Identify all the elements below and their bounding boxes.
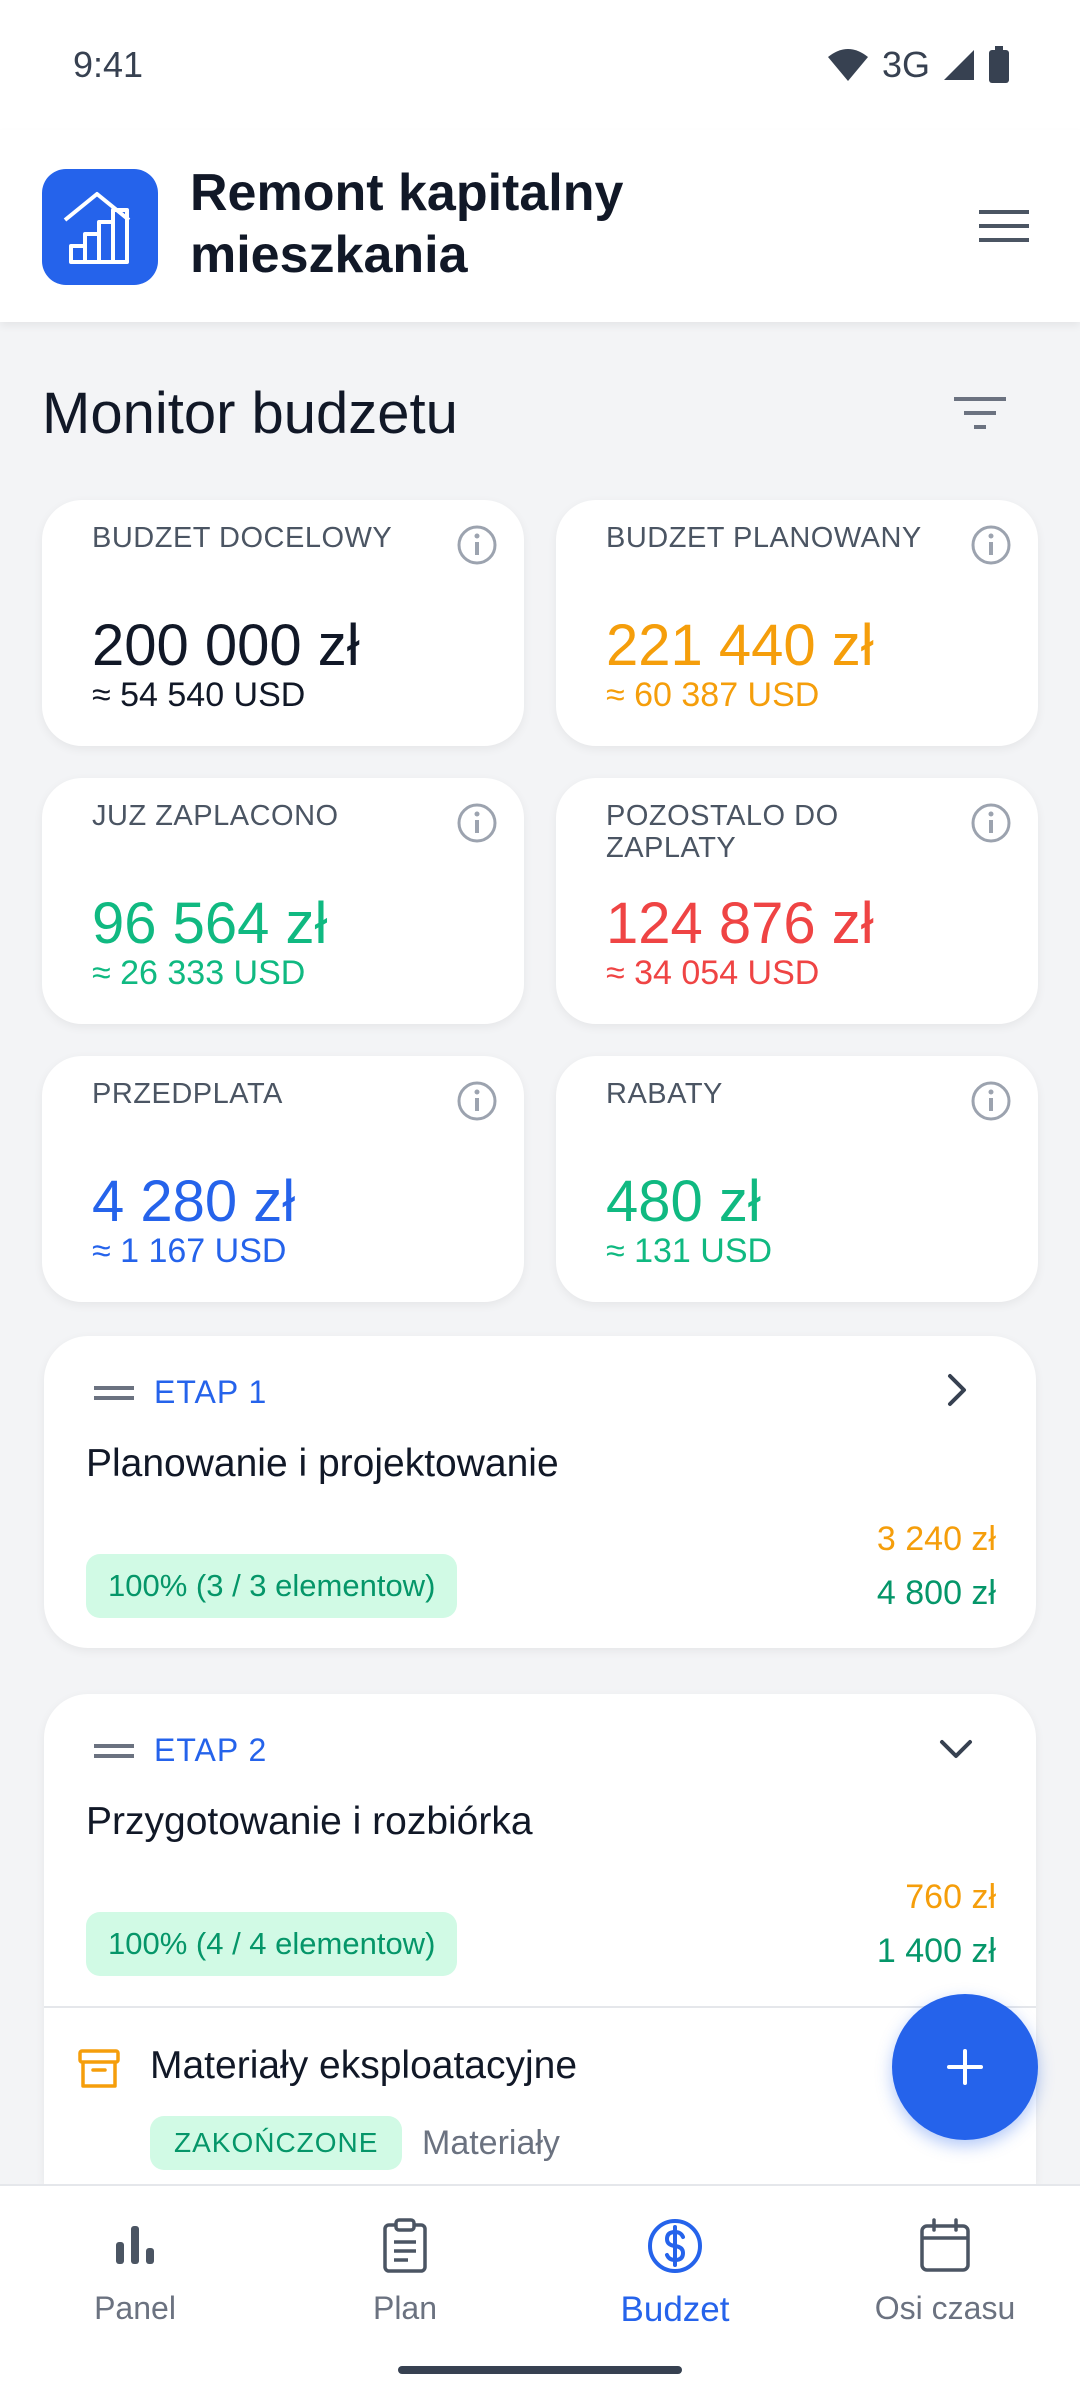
nav-label: Panel [94,2290,176,2326]
card-label: BUDZET DOCELOWY [92,522,393,554]
stage-name: Przygotowanie i rozbiórka [86,1800,533,1843]
status-time: 9:41 [73,44,144,85]
plus-icon [947,2049,983,2085]
stage-amount-planned: 760 zł [905,1878,996,1916]
stage-card-2[interactable]: ETAP 2 Przygotowanie i rozbiórka 100% (4… [44,1694,1036,2184]
card-value: 96 564 zł [92,891,328,956]
drag-handle-icon[interactable] [94,1741,134,1761]
card-usd: ≈ 54 540 USD [92,676,306,714]
card-label: JUZ ZAPLACONO [92,800,339,832]
info-icon[interactable] [970,1080,1012,1122]
card-label: RABATY [606,1078,723,1110]
chevron-down-icon[interactable] [936,1728,976,1768]
card-discounts[interactable]: RABATY 480 zł ≈ 131 USD [556,1056,1038,1302]
nav-label: Budzet [620,2290,730,2329]
card-usd: ≈ 34 054 USD [606,954,820,992]
card-label: POZOSTALO DO ZAPLATY [606,800,839,864]
info-icon[interactable] [970,524,1012,566]
info-icon[interactable] [970,802,1012,844]
home-indicator[interactable] [398,2366,682,2374]
calendar-icon [920,2218,970,2272]
bar-chart-icon [116,2226,154,2264]
page-title: Monitor budzetu [42,381,458,446]
info-icon[interactable] [456,802,498,844]
stairs-house-icon [63,192,131,264]
chevron-right-icon[interactable] [936,1370,976,1410]
item-title: Materiały eksploatacyjne [150,2044,578,2087]
status-bar: 9:41 3G [0,0,1080,130]
progress-badge: 100% (4 / 4 elementow) [86,1912,458,1976]
stage-header: ETAP 2 [94,1732,267,1769]
card-label: BUDZET PLANOWANY [606,522,922,554]
info-icon[interactable] [456,524,498,566]
stage-number: ETAP 1 [154,1374,268,1410]
status-icons: 3G [826,44,1010,86]
nav-label: Osi czasu [874,2290,1016,2326]
card-label: PRZEDPLATA [92,1078,283,1110]
card-already-paid[interactable]: JUZ ZAPLACONO 96 564 zł ≈ 26 333 USD [42,778,524,1024]
app-header: Remont kapitalny mieszkania [0,130,1080,322]
card-value: 4 280 zł [92,1169,296,1234]
stage-number: ETAP 2 [154,1732,268,1768]
card-usd: ≈ 131 USD [606,1232,773,1270]
stage-card-1[interactable]: ETAP 1 Planowanie i projektowanie 100% (… [44,1336,1036,1648]
nav-label: Plan [372,2290,438,2326]
card-target-budget[interactable]: BUDZET DOCELOWY 200 000 zł ≈ 54 540 USD [42,500,524,746]
nav-item-panel[interactable]: Panel [0,2206,270,2356]
card-planned-budget[interactable]: BUDZET PLANOWANY 221 440 zł ≈ 60 387 USD [556,500,1038,746]
stage-item-row[interactable]: Materiały eksploatacyjne ZAKOŃCZONE Mate… [44,2006,1036,2184]
archive-box-icon [78,2049,120,2088]
card-value: 221 440 zł [606,613,874,678]
card-value: 200 000 zł [92,613,360,678]
card-remaining[interactable]: POZOSTALO DO ZAPLATY 124 876 zł ≈ 34 054… [556,778,1038,1024]
card-usd: ≈ 26 333 USD [92,954,306,992]
signal-icon [944,50,974,80]
card-value: 124 876 zł [606,891,874,956]
filter-icon [954,397,1006,429]
info-icon[interactable] [456,1080,498,1122]
status-badge: ZAKOŃCZONE [150,2116,403,2170]
nav-item-budget[interactable]: Budzet [540,2206,810,2356]
filter-button[interactable] [950,388,1010,438]
hamburger-menu-icon [979,210,1029,242]
stage-amount-target: 1 400 zł [876,1932,996,1970]
network-type: 3G [881,44,930,85]
nav-item-timeline[interactable]: Osi czasu [810,2206,1080,2356]
app-title: Remont kapitalny mieszkania [190,164,624,284]
card-usd: ≈ 1 167 USD [92,1232,287,1270]
clipboard-icon [383,2218,427,2273]
card-prepayment[interactable]: PRZEDPLATA 4 280 zł ≈ 1 167 USD [42,1056,524,1302]
stage-name: Planowanie i projektowanie [86,1442,559,1485]
card-value: 480 zł [606,1169,761,1234]
app-logo [42,169,158,285]
card-usd: ≈ 60 387 USD [606,676,820,714]
wifi-icon [827,49,868,81]
nav-item-plan[interactable]: Plan [270,2206,540,2356]
stage-amount-target: 4 800 zł [876,1574,996,1612]
stage-header: ETAP 1 [94,1374,267,1411]
add-button[interactable] [892,1994,1038,2140]
menu-button[interactable] [974,196,1034,256]
stage-amount-planned: 3 240 zł [876,1520,996,1558]
item-category: Materiały [422,2124,560,2162]
drag-handle-icon[interactable] [94,1383,134,1403]
dollar-circle-icon [648,2219,702,2273]
progress-badge: 100% (3 / 3 elementow) [86,1554,458,1618]
battery-icon [989,46,1009,83]
